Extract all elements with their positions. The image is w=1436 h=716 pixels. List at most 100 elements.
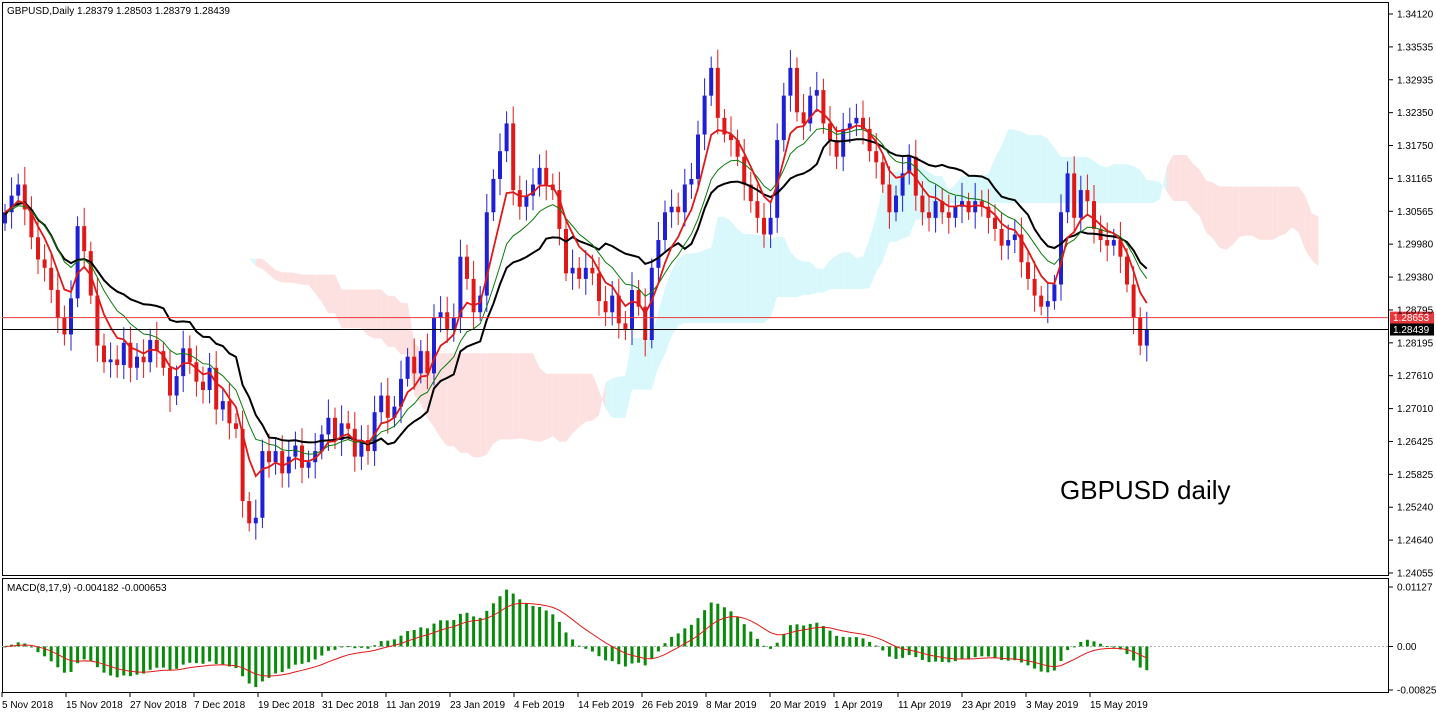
candle-body (946, 212, 951, 218)
price-tick-label: 1.29380 (1397, 273, 1434, 284)
macd-bar (551, 614, 555, 647)
cloud-segment (757, 235, 764, 324)
macd-bar (115, 646, 119, 678)
macd-bar (122, 646, 126, 676)
macd-title: MACD(8,17,9) -0.004182 -0.000653 (7, 583, 167, 594)
candle-body (385, 395, 390, 418)
candle-body (168, 367, 172, 396)
price-tick-label: 1.31750 (1397, 141, 1434, 152)
cloud-segment (744, 234, 751, 324)
cloud-segment (1179, 154, 1187, 201)
macd-bar (234, 646, 238, 669)
cloud-segment (1021, 131, 1028, 204)
macd-bar (406, 631, 410, 647)
candle-body (49, 267, 54, 291)
cloud-segment (1239, 186, 1246, 237)
cloud-segment (387, 295, 395, 347)
macd-bar (769, 646, 773, 649)
cloud-segment (539, 367, 547, 443)
macd-bar (353, 646, 357, 649)
macd-bar (841, 636, 845, 647)
candle-body (42, 259, 47, 268)
macd-bar (874, 645, 878, 647)
price-tick-label: 1.25825 (1397, 470, 1434, 481)
candle-body (286, 456, 291, 474)
macd-bar (788, 625, 792, 647)
macd-bar (947, 646, 951, 663)
candle-body (544, 167, 549, 185)
macd-bar (458, 613, 462, 647)
cloud-segment (348, 289, 355, 329)
macd-bar (544, 610, 548, 647)
candle-body (405, 356, 410, 379)
candle-body (781, 95, 786, 141)
macd-bar (168, 646, 172, 670)
cloud-segment (731, 221, 738, 324)
macd-bar (1039, 646, 1043, 672)
candle-body (1032, 278, 1037, 296)
macd-bar (333, 646, 337, 650)
candle-body (689, 178, 694, 185)
cloud-segment (467, 353, 474, 458)
macd-bar (465, 612, 469, 647)
candle-body (682, 184, 687, 213)
candle-body (577, 267, 582, 279)
macd-bar (1013, 646, 1017, 661)
macd-bar (498, 596, 502, 647)
candle-body (220, 401, 225, 410)
cloud-segment (1212, 182, 1220, 248)
candle-body (115, 359, 120, 366)
macd-bar (854, 637, 858, 647)
cloud-segment (1008, 129, 1015, 204)
candle-body (174, 376, 179, 396)
macd-bar (815, 622, 819, 647)
price-tick-label: 1.33535 (1397, 42, 1434, 53)
cloud-segment (1028, 135, 1035, 204)
macd-bar (346, 646, 350, 648)
cloud-segment (671, 258, 679, 337)
macd-bar (287, 646, 291, 669)
candle-body (953, 206, 958, 218)
cloud-segment (368, 289, 375, 339)
candle-body (537, 167, 542, 185)
cloud-segment (394, 295, 401, 355)
candle-body (755, 201, 760, 218)
cloud-segment (717, 216, 725, 324)
macd-bar (980, 646, 984, 657)
macd-bar (62, 646, 66, 673)
candle-body (1052, 284, 1057, 302)
cloud-segment (302, 274, 309, 285)
price-tick-label: 1.28195 (1397, 338, 1434, 349)
cloud-segment (1272, 186, 1279, 240)
cloud-segment (1278, 186, 1286, 237)
candle-body (352, 428, 357, 457)
macd-bar (445, 620, 449, 647)
candle-body (762, 217, 766, 235)
macd-tick-label: 0.00 (1397, 642, 1417, 653)
macd-bar (194, 646, 198, 664)
candle-body (1105, 240, 1110, 246)
cloud-segment (678, 254, 685, 326)
symbol-info: GBPUSD,Daily 1.28379 1.28503 1.28379 1.2… (7, 6, 230, 17)
macd-bar (749, 631, 753, 647)
candle-body (1045, 301, 1050, 307)
cloud-segment (566, 373, 573, 442)
cloud-segment (790, 251, 797, 298)
macd-bar (577, 645, 581, 647)
macd-bar (571, 639, 575, 647)
price-tick-label: 1.32935 (1397, 75, 1434, 86)
candle-body (1012, 234, 1017, 241)
candle-body (300, 445, 304, 468)
cloud-segment (295, 272, 302, 285)
cloud-segment (374, 289, 382, 339)
candle-body (465, 256, 469, 279)
macd-bar (538, 606, 542, 647)
cloud-segment (698, 249, 705, 324)
cloud-segment (618, 375, 626, 418)
macd-bar (703, 610, 707, 647)
candle-body (379, 395, 384, 413)
macd-bar (762, 645, 766, 647)
time-tick-label: 8 Mar 2019 (706, 700, 757, 711)
candle-body (194, 362, 199, 382)
candle-body (234, 423, 238, 429)
